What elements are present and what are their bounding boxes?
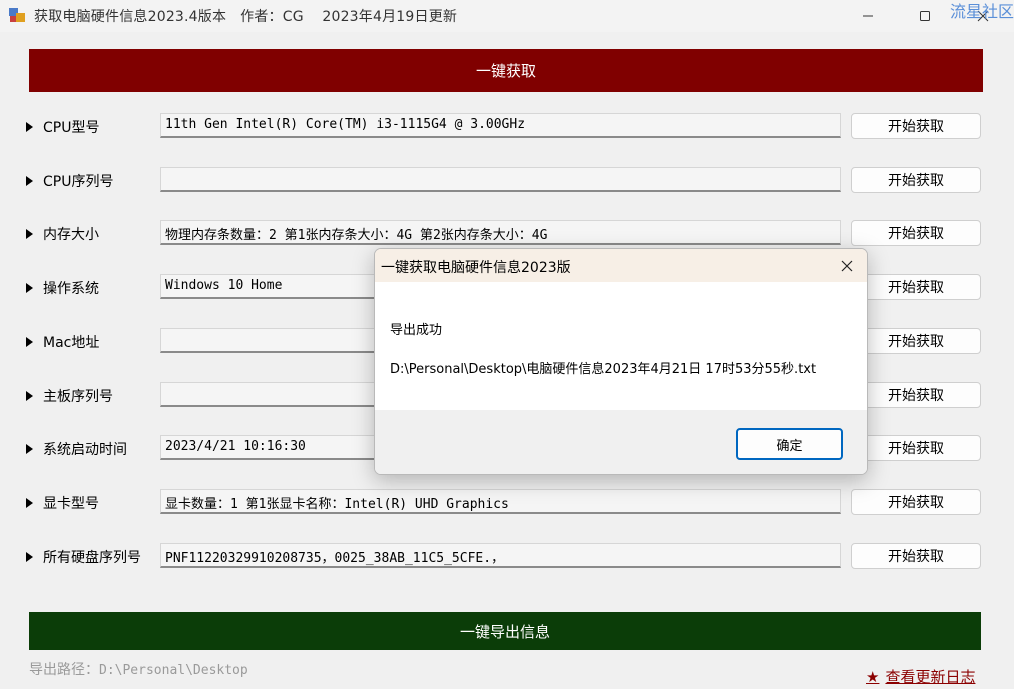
export-path-label: 导出路径： [29,662,99,678]
maximize-button[interactable] [902,0,948,32]
window-title: 获取电脑硬件信息2023.4版本 作者：CG 2023年4月19日更新 [34,9,458,25]
row-label: 内存大小 [26,224,99,244]
row-label-text: 显卡型号 [43,496,99,512]
arrow-right-icon [26,122,33,132]
star-icon: ★ [866,667,880,686]
arrow-right-icon [26,337,33,347]
row-label: 主板序列号 [26,386,113,406]
dialog-footer: 确定 [375,410,867,474]
disk-serial-fetch-button[interactable]: 开始获取 [851,543,981,569]
cpu-model-fetch-button[interactable]: 开始获取 [851,113,981,139]
memory-field[interactable]: 物理内存条数量：2 第1张内存条大小：4G 第2张内存条大小：4G [160,220,841,245]
motherboard-fetch-button[interactable]: 开始获取 [851,382,981,408]
dialog-body: 导出成功 D:\Personal\Desktop\电脑硬件信息2023年4月21… [375,282,867,410]
cpu-model-field[interactable]: 11th Gen Intel(R) Core(TM) i3-1115G4 @ 3… [160,113,841,138]
memory-fetch-button[interactable]: 开始获取 [851,220,981,246]
dialog-file-path: D:\Personal\Desktop\电脑硬件信息2023年4月21日 17时… [390,362,817,377]
row-cpu-serial: CPU序列号 开始获取 [0,167,1014,195]
export-all-button[interactable]: 一键导出信息 [29,612,981,650]
export-path-value: D:\Personal\Desktop [99,663,248,678]
ok-button[interactable]: 确定 [736,428,843,460]
row-label: CPU序列号 [26,171,113,191]
dialog-message: 导出成功 [390,323,443,338]
row-label: 所有硬盘序列号 [26,547,141,567]
arrow-right-icon [26,176,33,186]
row-label: 系统启动时间 [26,439,127,459]
title-bar: 获取电脑硬件信息2023.4版本 作者：CG 2023年4月19日更新 流星社区 [0,0,1014,32]
export-success-dialog: 一键获取电脑硬件信息2023版 导出成功 D:\Personal\Desktop… [374,248,868,475]
row-label-text: 所有硬盘序列号 [43,550,141,566]
get-all-button[interactable]: 一键获取 [29,49,983,92]
row-disk-serial: 所有硬盘序列号 PNF11220329910208735，0025_38AB_1… [0,543,1014,571]
row-label-text: 系统启动时间 [43,442,127,458]
row-label-text: 主板序列号 [43,389,113,405]
os-fetch-button[interactable]: 开始获取 [851,274,981,300]
row-label-text: Mac地址 [43,335,100,351]
close-icon [841,260,853,272]
arrow-right-icon [26,391,33,401]
row-label-text: CPU序列号 [43,174,114,190]
row-gpu: 显卡型号 显卡数量：1 第1张显卡名称：Intel(R) UHD Graphic… [0,489,1014,517]
main-window: 获取电脑硬件信息2023.4版本 作者：CG 2023年4月19日更新 流星社区… [0,0,1014,689]
dialog-close-button[interactable] [833,255,861,277]
changelog-label: 查看更新日志 [885,668,976,686]
arrow-right-icon [26,444,33,454]
row-label: Mac地址 [26,332,99,352]
arrow-right-icon [26,283,33,293]
arrow-right-icon [26,552,33,562]
row-cpu-model: CPU型号 11th Gen Intel(R) Core(TM) i3-1115… [0,113,1014,141]
arrow-right-icon [26,229,33,239]
dialog-title: 一键获取电脑硬件信息2023版 [381,260,571,276]
row-label-text: 内存大小 [43,227,99,243]
gpu-fetch-button[interactable]: 开始获取 [851,489,981,515]
mac-fetch-button[interactable]: 开始获取 [851,328,981,354]
row-label: CPU型号 [26,117,99,137]
row-label: 显卡型号 [26,493,99,513]
gpu-field[interactable]: 显卡数量：1 第1张显卡名称：Intel(R) UHD Graphics [160,489,841,514]
row-label: 操作系统 [26,278,99,298]
row-label-text: 操作系统 [43,281,99,297]
row-label-text: CPU型号 [43,120,100,136]
cpu-serial-fetch-button[interactable]: 开始获取 [851,167,981,193]
minimize-button[interactable] [845,0,891,32]
changelog-link[interactable]: ★ 查看更新日志 [866,666,975,687]
arrow-right-icon [26,498,33,508]
minimize-icon [863,15,873,17]
community-watermark: 流星社区 [950,2,1014,21]
app-icon [9,8,25,22]
maximize-icon [920,11,930,21]
row-memory: 内存大小 物理内存条数量：2 第1张内存条大小：4G 第2张内存条大小：4G 开… [0,220,1014,248]
disk-serial-field[interactable]: PNF11220329910208735，0025_38AB_11C5_5CFE… [160,543,841,568]
export-path: 导出路径：D:\Personal\Desktop [29,659,248,679]
boot-time-fetch-button[interactable]: 开始获取 [851,435,981,461]
dialog-title-bar: 一键获取电脑硬件信息2023版 [375,249,867,282]
cpu-serial-field[interactable] [160,167,841,192]
